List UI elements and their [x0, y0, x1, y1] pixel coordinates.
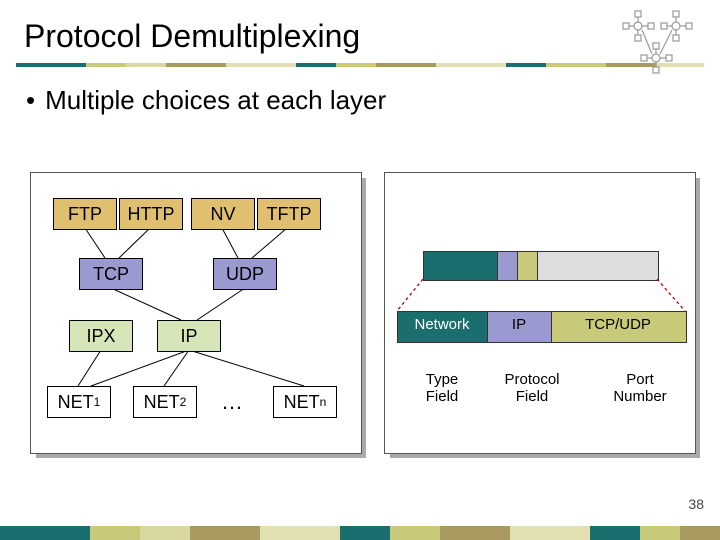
net-ip: IP: [157, 320, 221, 352]
right-panel: Network IP TCP/UDP Type Field Protocol F…: [384, 172, 696, 454]
sub-type: Type Field: [397, 371, 487, 405]
pkt-seg-pay: [537, 251, 659, 281]
link-net2: NET2: [133, 386, 197, 418]
footer-bar: [0, 526, 720, 540]
app-nv: NV: [191, 198, 255, 230]
left-panel: FTP HTTP NV TFTP TCP UDP IPX IP NET1 NET…: [30, 172, 362, 454]
link-ellipsis: …: [221, 389, 243, 415]
app-http: HTTP: [119, 198, 183, 230]
app-tftp: TFTP: [257, 198, 321, 230]
bullet-text: Multiple choices at each layer: [26, 85, 720, 116]
net-ipx: IPX: [69, 320, 133, 352]
lbl-tcpudp: TCP/UDP: [551, 316, 685, 333]
pkt-seg-tp: [517, 251, 539, 281]
pkt-seg-net: [423, 251, 499, 281]
app-ftp: FTP: [53, 198, 117, 230]
link-net1: NET1: [47, 386, 111, 418]
lbl-network: Network: [397, 316, 487, 333]
sub-proto: Protocol Field: [487, 371, 577, 405]
pkt-seg-ip: [497, 251, 519, 281]
title-underline: [16, 63, 704, 67]
link-netn: NETn: [273, 386, 337, 418]
lbl-ip: IP: [487, 316, 551, 333]
trans-udp: UDP: [213, 258, 277, 290]
sub-port: Port Number: [595, 371, 685, 405]
page-number: 38: [688, 496, 704, 512]
logo-icon: [606, 8, 706, 78]
trans-tcp: TCP: [79, 258, 143, 290]
